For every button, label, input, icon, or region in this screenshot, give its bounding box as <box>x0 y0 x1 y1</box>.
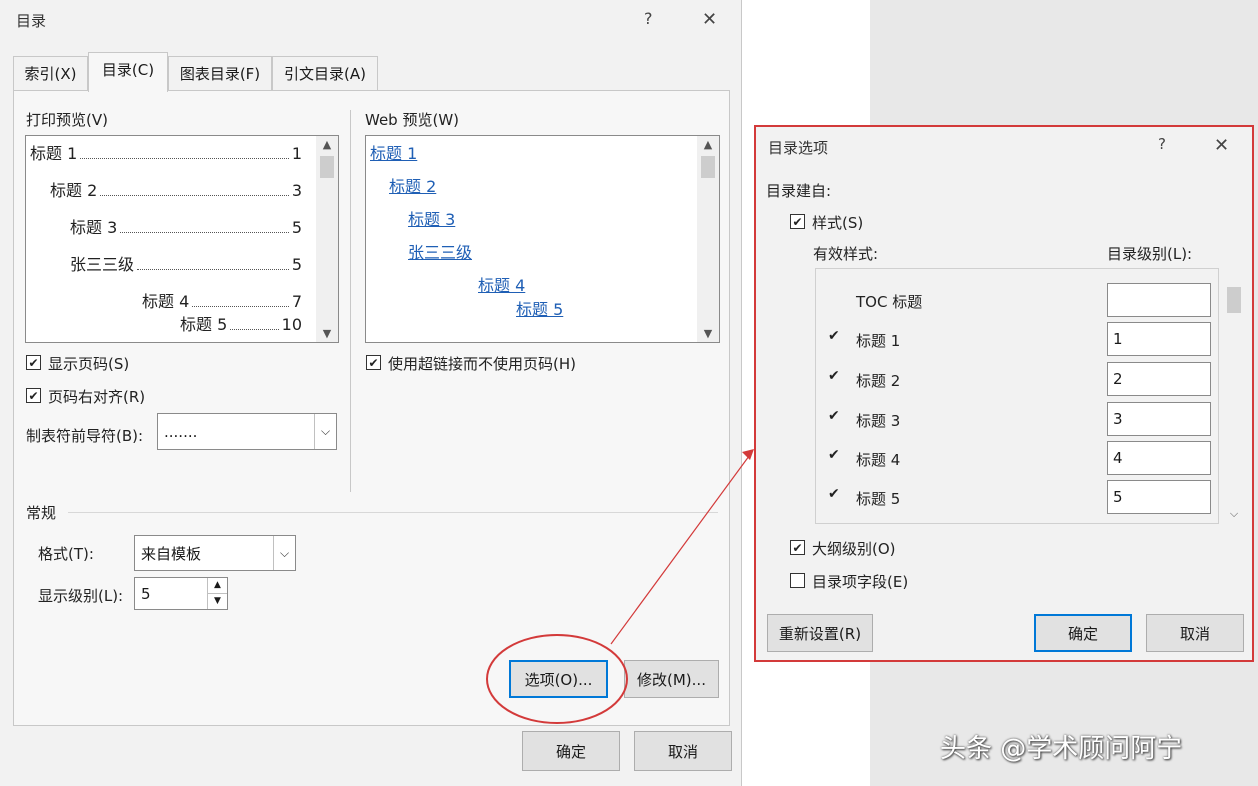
toc-level-header: 目录级别(L): <box>1107 245 1193 263</box>
build-from-label: 目录建自: <box>766 182 832 200</box>
toc-fields-checkbox[interactable] <box>790 573 805 588</box>
options-highlight-ellipse <box>486 634 628 724</box>
check-icon: ✔ <box>828 447 840 463</box>
style-name: 标题 5 <box>856 490 901 508</box>
style-name: TOC 标题 <box>856 293 923 311</box>
level-input[interactable]: 4 <box>1107 441 1211 475</box>
list-item: ✔ 标题 2 2 <box>816 362 1218 398</box>
list-item: TOC 标题 <box>816 283 1218 319</box>
level-input[interactable] <box>1107 283 1211 317</box>
style-name: 标题 2 <box>856 372 901 390</box>
scrollbar-thumb[interactable] <box>1227 287 1241 313</box>
style-name: 标题 1 <box>856 332 901 350</box>
style-name: 标题 4 <box>856 451 901 469</box>
level-input[interactable]: 1 <box>1107 322 1211 356</box>
options-dialog-title: 目录选项 <box>768 139 829 157</box>
ok-button[interactable]: 确定 <box>1034 614 1132 652</box>
check-icon: ✔ <box>828 408 840 424</box>
level-input[interactable]: 3 <box>1107 402 1211 436</box>
styles-checkbox[interactable]: ✔ <box>790 214 805 229</box>
toc-options-dialog: 目录选项 ? ✕ 目录建自: ✔ 样式(S) 有效样式: 目录级别(L): TO… <box>754 125 1254 662</box>
callout-arrow-line <box>610 451 753 645</box>
help-button[interactable]: ? <box>1158 135 1166 153</box>
list-item: ✔ 标题 4 4 <box>816 441 1218 477</box>
available-styles-header: 有效样式: <box>813 245 879 263</box>
check-icon: ✔ <box>828 328 840 344</box>
close-button[interactable]: ✕ <box>1214 135 1229 156</box>
cancel-button[interactable]: 取消 <box>1146 614 1244 652</box>
watermark: 头条 @学术顾问阿宁 <box>940 734 1183 764</box>
level-input[interactable]: 5 <box>1107 480 1211 514</box>
toc-fields-label: 目录项字段(E) <box>812 573 909 591</box>
list-item: ✔ 标题 3 3 <box>816 402 1218 438</box>
styles-list: TOC 标题 ✔ 标题 1 1 ✔ 标题 2 2 ✔ 标题 3 3 ✔ 标题 4… <box>815 268 1219 524</box>
chevron-down-icon[interactable]: ⌵ <box>1224 507 1244 521</box>
styles-label: 样式(S) <box>812 214 864 232</box>
check-icon: ✔ <box>828 368 840 384</box>
check-icon: ✔ <box>828 486 840 502</box>
level-input[interactable]: 2 <box>1107 362 1211 396</box>
outline-levels-checkbox[interactable]: ✔ <box>790 540 805 555</box>
list-item: ✔ 标题 5 5 <box>816 480 1218 516</box>
tab-toc[interactable]: 目录(C) <box>88 52 168 92</box>
list-item: ✔ 标题 1 1 <box>816 322 1218 358</box>
styles-scrollbar[interactable]: ⌵ <box>1224 277 1244 521</box>
reset-button[interactable]: 重新设置(R) <box>767 614 873 652</box>
style-name: 标题 3 <box>856 412 901 430</box>
outline-levels-label: 大纲级别(O) <box>812 540 896 558</box>
